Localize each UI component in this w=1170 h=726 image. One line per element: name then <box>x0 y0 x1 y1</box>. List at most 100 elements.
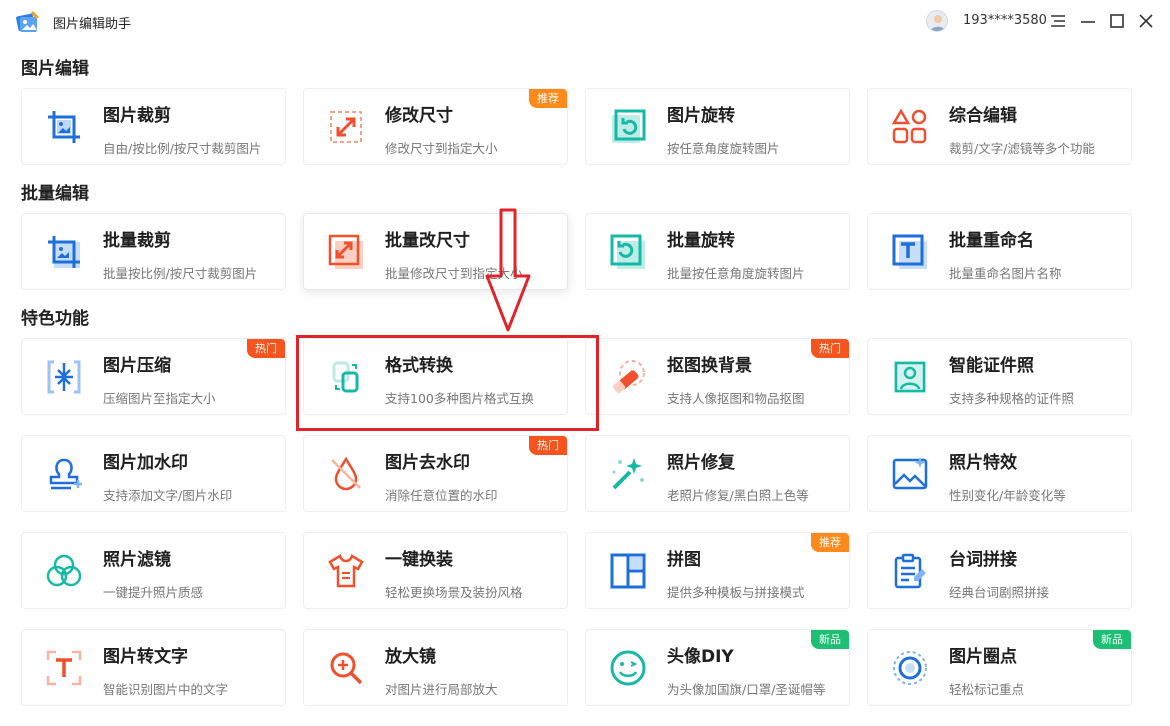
card-description: 消除任意位置的水印 <box>385 488 498 503</box>
batch-resize-icon <box>326 232 366 272</box>
smiley-icon <box>608 648 648 688</box>
card-description: 修改尺寸到指定大小 <box>385 141 498 156</box>
batch-rotate-icon <box>608 232 648 272</box>
remove-watermark-icon <box>326 454 366 494</box>
stamp-icon <box>44 454 84 494</box>
new-badge: 新品 <box>811 630 849 649</box>
card-avatar-diy[interactable]: 头像DIY 为头像加国旗/口罩/圣诞帽等 新品 <box>585 629 850 706</box>
card-title: 图片旋转 <box>667 106 735 126</box>
menu-icon[interactable] <box>1048 11 1068 31</box>
card-description: 经典台词剧照拼接 <box>949 585 1050 600</box>
rename-icon <box>890 232 930 272</box>
recommend-badge: 推荐 <box>811 533 849 552</box>
card-image-compress[interactable]: 图片压缩 压缩图片至指定大小 热门 <box>21 338 286 415</box>
filter-icon <box>44 551 84 591</box>
card-photo-effects[interactable]: 照片特效 性别变化/年龄变化等 <box>867 435 1132 512</box>
card-description: 为头像加国旗/口罩/圣诞帽等 <box>667 682 826 697</box>
card-description: 批量按任意角度旋转图片 <box>667 266 805 281</box>
card-description: 批量重命名图片名称 <box>949 266 1062 281</box>
card-title: 批量改尺寸 <box>385 231 470 251</box>
card-description: 支持添加文字/图片水印 <box>103 488 233 503</box>
card-title: 图片去水印 <box>385 453 470 473</box>
shapes-icon <box>890 107 930 147</box>
title-bar: 图片编辑助手 193****3580 <box>0 0 1170 44</box>
card-title: 综合编辑 <box>949 106 1017 126</box>
effect-icon <box>890 454 930 494</box>
card-magnifier[interactable]: 放大镜 对图片进行局部放大 <box>303 629 568 706</box>
app-title: 图片编辑助手 <box>53 17 132 32</box>
card-batch-rename[interactable]: 批量重命名 批量重命名图片名称 <box>867 213 1132 290</box>
card-image-rotate[interactable]: 图片旋转 按任意角度旋转图片 <box>585 88 850 165</box>
card-title: 台词拼接 <box>949 550 1017 570</box>
card-description: 一键提升照片质感 <box>103 585 204 600</box>
card-title: 照片滤镜 <box>103 550 171 570</box>
card-image-to-text[interactable]: 图片转文字 智能识别图片中的文字 <box>21 629 286 706</box>
card-title: 图片裁剪 <box>103 106 171 126</box>
card-title: 头像DIY <box>667 647 734 667</box>
convert-icon <box>326 357 366 397</box>
card-title: 一键换装 <box>385 550 453 570</box>
hot-badge: 热门 <box>247 339 285 358</box>
rotate-icon <box>608 107 648 147</box>
card-description: 智能识别图片中的文字 <box>103 682 229 697</box>
card-resize[interactable]: 修改尺寸 修改尺寸到指定大小 推荐 <box>303 88 568 165</box>
card-title: 照片修复 <box>667 453 735 473</box>
card-add-watermark[interactable]: 图片加水印 支持添加文字/图片水印 <box>21 435 286 512</box>
resize-icon <box>326 107 366 147</box>
card-title: 批量旋转 <box>667 231 735 251</box>
card-batch-rotate[interactable]: 批量旋转 批量按任意角度旋转图片 <box>585 213 850 290</box>
card-image-crop[interactable]: 图片裁剪 自由/按比例/按尺寸裁剪图片 <box>21 88 286 165</box>
clipboard-icon <box>890 551 930 591</box>
avatar[interactable] <box>926 10 948 32</box>
card-batch-crop[interactable]: 批量裁剪 批量按比例/按尺寸裁剪图片 <box>21 213 286 290</box>
eraser-icon <box>608 357 648 397</box>
card-batch-resize[interactable]: 批量改尺寸 批量修改尺寸到指定大小 <box>303 213 568 290</box>
card-title: 图片压缩 <box>103 356 171 376</box>
collage-icon <box>608 551 648 591</box>
card-photo-filter[interactable]: 照片滤镜 一键提升照片质感 <box>21 532 286 609</box>
card-description: 支持多种规格的证件照 <box>949 391 1075 406</box>
card-image-mark[interactable]: 图片圈点 轻松标记重点 新品 <box>867 629 1132 706</box>
card-description: 按任意角度旋转图片 <box>667 141 780 156</box>
card-photo-repair[interactable]: 照片修复 老照片修复/黑白照上色等 <box>585 435 850 512</box>
card-description: 轻松更换场景及装扮风格 <box>385 585 523 600</box>
batch-crop-icon <box>44 232 84 272</box>
card-outfit-change[interactable]: 一键换装 轻松更换场景及装扮风格 <box>303 532 568 609</box>
hot-badge: 热门 <box>811 339 849 358</box>
close-icon[interactable] <box>1136 11 1156 31</box>
section-title-image-edit: 图片编辑 <box>21 59 89 79</box>
user-name[interactable]: 193****3580 <box>963 13 1047 28</box>
hot-badge: 热门 <box>529 436 567 455</box>
card-title: 图片圈点 <box>949 647 1017 667</box>
minimize-icon[interactable] <box>1078 11 1098 31</box>
card-description: 压缩图片至指定大小 <box>103 391 216 406</box>
card-description: 性别变化/年龄变化等 <box>949 488 1066 503</box>
card-description: 轻松标记重点 <box>949 682 1025 697</box>
card-remove-watermark[interactable]: 图片去水印 消除任意位置的水印 热门 <box>303 435 568 512</box>
section-title-features: 特色功能 <box>21 309 89 329</box>
card-cutout-background[interactable]: 抠图换背景 支持人像抠图和物品抠图 热门 <box>585 338 850 415</box>
card-description: 自由/按比例/按尺寸裁剪图片 <box>103 141 262 156</box>
card-title: 放大镜 <box>385 647 436 667</box>
card-comprehensive-edit[interactable]: 综合编辑 裁剪/文字/滤镜等多个功能 <box>867 88 1132 165</box>
card-title: 拼图 <box>667 550 701 570</box>
card-subtitle-stitch[interactable]: 台词拼接 经典台词剧照拼接 <box>867 532 1132 609</box>
card-id-photo[interactable]: 智能证件照 支持多种规格的证件照 <box>867 338 1132 415</box>
card-description: 支持人像抠图和物品抠图 <box>667 391 805 406</box>
ocr-icon <box>44 648 84 688</box>
card-title: 图片加水印 <box>103 453 188 473</box>
card-description: 裁剪/文字/滤镜等多个功能 <box>949 141 1095 156</box>
card-title: 抠图换背景 <box>667 356 752 376</box>
maximize-icon[interactable] <box>1107 11 1127 31</box>
card-description: 批量修改尺寸到指定大小 <box>385 266 523 281</box>
card-title: 修改尺寸 <box>385 106 453 126</box>
card-title: 智能证件照 <box>949 356 1034 376</box>
crop-icon <box>44 107 84 147</box>
id-photo-icon <box>890 357 930 397</box>
card-format-convert[interactable]: 格式转换 支持100多种图片格式互换 <box>303 338 568 415</box>
new-badge: 新品 <box>1093 630 1131 649</box>
card-title: 图片转文字 <box>103 647 188 667</box>
app-logo-icon <box>15 9 41 35</box>
card-collage[interactable]: 拼图 提供多种模板与拼接模式 推荐 <box>585 532 850 609</box>
card-title: 批量重命名 <box>949 231 1034 251</box>
